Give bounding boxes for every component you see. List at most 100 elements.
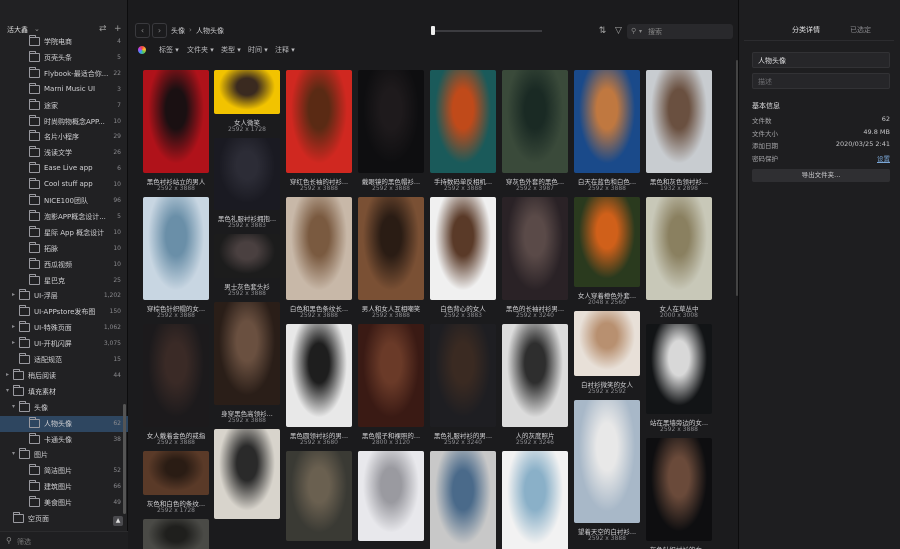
swap-icon[interactable]: ⇄: [99, 24, 107, 34]
image-thumbnail[interactable]: [430, 451, 496, 549]
image-thumbnail[interactable]: [143, 324, 209, 427]
image-thumbnail[interactable]: [574, 70, 640, 173]
color-filter-icon[interactable]: [138, 46, 146, 54]
search-input[interactable]: 搜索: [648, 27, 662, 37]
info-value[interactable]: 设置: [877, 153, 890, 163]
image-thumbnail[interactable]: [214, 138, 280, 210]
chevron-down-icon[interactable]: ▾: [6, 387, 9, 394]
filter-time[interactable]: 时间 ▾: [248, 45, 268, 55]
sidebar-item[interactable]: 星巴克 25: [0, 273, 128, 289]
sidebar-item[interactable]: 时尚购物概念APP... 10: [0, 114, 128, 130]
sidebar-item[interactable]: 建筑图片 66: [0, 479, 128, 495]
sidebar-item[interactable]: 页壳头条 5: [0, 50, 128, 66]
image-thumbnail[interactable]: [358, 197, 424, 300]
search-box[interactable]: ⚲ ▾ 搜索: [627, 24, 733, 39]
search-scope-dropdown[interactable]: ▾: [639, 28, 642, 35]
image-thumbnail[interactable]: [214, 70, 280, 114]
image-thumbnail[interactable]: [502, 451, 568, 549]
sidebar-item[interactable]: ▾ 填充素材: [0, 384, 128, 400]
forward-button[interactable]: ›: [152, 23, 167, 38]
filter-icon[interactable]: ▽: [611, 24, 626, 39]
sidebar-item[interactable]: 名片小程序 29: [0, 129, 128, 145]
image-thumbnail[interactable]: [286, 324, 352, 427]
image-thumbnail[interactable]: [646, 70, 712, 173]
image-thumbnail[interactable]: [214, 234, 280, 278]
folder-name-value[interactable]: 人物头像: [758, 56, 786, 66]
breadcrumb-parent[interactable]: 头像: [171, 26, 185, 36]
image-thumbnail[interactable]: [214, 302, 280, 405]
sidebar-item[interactable]: ▸ UI-浮层 1,202: [0, 288, 128, 304]
chevron-right-icon[interactable]: ▸: [6, 371, 9, 378]
sidebar-item[interactable]: 拓脉 10: [0, 241, 128, 257]
image-thumbnail[interactable]: [143, 451, 209, 495]
chevron-right-icon[interactable]: ▸: [12, 339, 15, 346]
image-thumbnail[interactable]: [574, 400, 640, 523]
tab-category-details[interactable]: 分类详情: [792, 25, 820, 35]
sidebar-item[interactable]: ▾ 头像: [0, 400, 128, 416]
image-thumbnail[interactable]: [646, 197, 712, 300]
image-thumbnail[interactable]: [430, 197, 496, 300]
zoom-slider-knob[interactable]: [431, 26, 435, 35]
sidebar-item[interactable]: 卡通头像 38: [0, 432, 128, 448]
sidebar-item[interactable]: 泡影APP概念设计... 5: [0, 209, 128, 225]
image-thumbnail[interactable]: [286, 70, 352, 173]
description-input[interactable]: 描述: [758, 77, 772, 87]
filter-tags[interactable]: 标签 ▾: [159, 45, 179, 55]
image-thumbnail[interactable]: [358, 451, 424, 541]
zoom-slider-track[interactable]: [434, 30, 542, 32]
sidebar-item[interactable]: 简洁图片 52: [0, 463, 128, 479]
image-thumbnail[interactable]: [430, 70, 496, 173]
sidebar-item[interactable]: 星际 App 概念设计 10: [0, 225, 128, 241]
image-thumbnail[interactable]: [574, 311, 640, 376]
sidebar-filter[interactable]: ⚲ 筛选: [0, 531, 128, 549]
sidebar-item[interactable]: ▸ UI-开机闪屏 3,075: [0, 336, 128, 352]
sidebar-item[interactable]: 浅读文学 26: [0, 145, 128, 161]
image-thumbnail[interactable]: [214, 429, 280, 519]
sidebar-item[interactable]: Ease Live app 6: [0, 161, 128, 177]
sidebar-item[interactable]: 途家 7: [0, 98, 128, 114]
filter-notes[interactable]: 注释 ▾: [275, 45, 295, 55]
image-thumbnail[interactable]: [143, 70, 209, 173]
image-thumbnail[interactable]: [646, 324, 712, 414]
image-thumbnail[interactable]: [143, 197, 209, 300]
image-thumbnail[interactable]: [646, 438, 712, 541]
filter-folder[interactable]: 文件夹 ▾: [187, 45, 214, 55]
sidebar-item[interactable]: Marni Music UI 3: [0, 82, 128, 98]
sidebar-item[interactable]: 适配规范 15: [0, 352, 128, 368]
image-thumbnail[interactable]: [286, 197, 352, 300]
sort-icon[interactable]: ⇅: [595, 24, 610, 39]
sidebar-item[interactable]: Cool stuff app 10: [0, 177, 128, 193]
image-thumbnail[interactable]: [286, 451, 352, 541]
sidebar-scrollbar[interactable]: [123, 404, 126, 514]
chevron-down-icon[interactable]: ▾: [12, 403, 15, 410]
sidebar-item[interactable]: ▸ UI-特殊页面 1,062: [0, 320, 128, 336]
sidebar-item[interactable]: UI-APPstore发布图 150: [0, 304, 128, 320]
filter-type[interactable]: 类型 ▾: [221, 45, 241, 55]
description-field[interactable]: 描述: [752, 73, 890, 89]
image-thumbnail[interactable]: [143, 519, 209, 549]
chevron-right-icon[interactable]: ▸: [12, 291, 15, 298]
image-thumbnail[interactable]: [502, 197, 568, 300]
chevron-down-icon[interactable]: ▾: [12, 450, 15, 457]
sidebar-item[interactable]: 美食图片 49: [0, 495, 128, 511]
back-button[interactable]: ‹: [135, 23, 150, 38]
image-thumbnail[interactable]: [430, 324, 496, 427]
export-folder-button[interactable]: 导出文件夹...: [752, 169, 890, 182]
sidebar-item[interactable]: Flybook-最适合你... 22: [0, 66, 128, 82]
add-folder-icon[interactable]: +: [114, 24, 122, 34]
filter-input[interactable]: 筛选: [17, 537, 31, 547]
chevron-down-icon[interactable]: ⌄: [34, 25, 40, 33]
sidebar-item[interactable]: ▾ 图片: [0, 447, 128, 463]
tab-selected[interactable]: 已选定: [850, 25, 871, 35]
chevron-right-icon[interactable]: ▸: [12, 323, 15, 330]
sidebar-item[interactable]: 人物头像 62: [0, 415, 128, 432]
sidebar-item[interactable]: ▸ 稍后阅读 44: [0, 368, 128, 384]
sidebar-item[interactable]: 学院电商 4: [0, 34, 128, 50]
scroll-up-button[interactable]: ▲: [113, 516, 123, 526]
sidebar-item[interactable]: NICE100团队 96: [0, 193, 128, 209]
image-thumbnail[interactable]: [502, 70, 568, 173]
image-thumbnail[interactable]: [358, 324, 424, 427]
image-thumbnail[interactable]: [502, 324, 568, 427]
folder-name-field[interactable]: 人物头像: [752, 52, 890, 68]
image-thumbnail[interactable]: [358, 70, 424, 173]
